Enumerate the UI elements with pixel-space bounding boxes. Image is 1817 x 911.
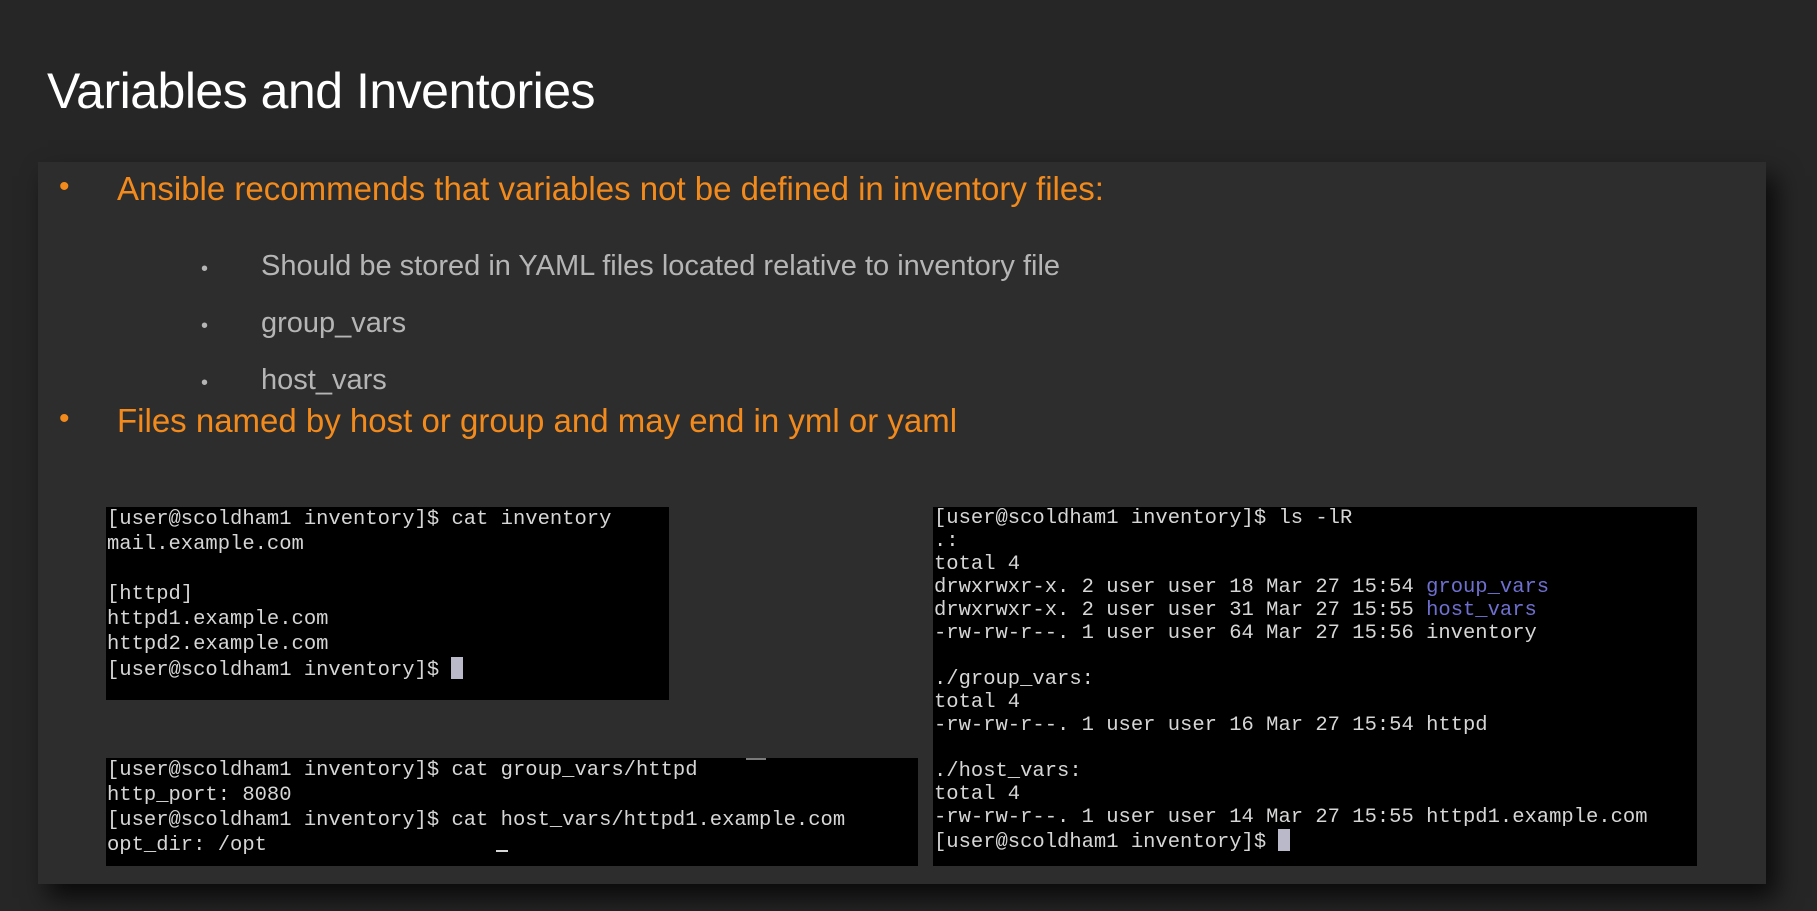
sub-bullet-yaml-files: • Should be stored in YAML files located… bbox=[201, 250, 1061, 283]
directory-name-group-vars: group_vars bbox=[1426, 576, 1550, 599]
terminal-clipped-artifact bbox=[746, 758, 766, 760]
terminal-line: [user@scoldham1 inventory]$ ls -lR bbox=[934, 507, 1353, 530]
terminal-line: [user@scoldham1 inventory]$ cat group_va… bbox=[107, 759, 698, 782]
sub-bullet-text: group_vars bbox=[261, 307, 407, 339]
bullet-text: Files named by host or group and may end… bbox=[117, 402, 958, 439]
terminal-line: httpd2.example.com bbox=[107, 633, 329, 656]
bullet-variables-not-in-inventory: • Ansible recommends that variables not … bbox=[59, 170, 1104, 208]
bullet-files-named-by-host: • Files named by host or group and may e… bbox=[59, 402, 958, 440]
sub-bullet-text: Should be stored in YAML files located r… bbox=[261, 250, 1061, 282]
terminal-line: .: bbox=[934, 530, 959, 553]
bullet-marker: • bbox=[59, 170, 70, 203]
terminal-line: total 4 bbox=[934, 783, 1021, 806]
terminal-line: [httpd] bbox=[107, 583, 194, 606]
directory-name-host-vars: host_vars bbox=[1426, 599, 1537, 622]
terminal-line-dir: drwxrwxr-x. 2 user user 18 Mar 27 15:54 … bbox=[934, 576, 1697, 599]
row-meta: drwxrwxr-x. 2 user user 18 Mar 27 15:54 bbox=[934, 576, 1427, 599]
sub-bullet-group-vars: • group_vars bbox=[201, 307, 407, 340]
terminal-line: -rw-rw-r--. 1 user user 64 Mar 27 15:56 … bbox=[934, 622, 1537, 645]
sub-bullet-marker: • bbox=[201, 258, 209, 280]
terminal-line: total 4 bbox=[934, 691, 1021, 714]
prompt-text: [user@scoldham1 inventory]$ bbox=[934, 831, 1279, 854]
terminal-line: ./group_vars: bbox=[934, 668, 1094, 691]
terminal-line: mail.example.com bbox=[107, 533, 304, 556]
sub-bullet-marker: • bbox=[201, 315, 209, 337]
terminal-line: httpd1.example.com bbox=[107, 608, 329, 631]
sub-bullet-marker: • bbox=[201, 372, 209, 394]
bullet-text: Ansible recommends that variables not be… bbox=[117, 170, 1104, 207]
terminal-line: [user@scoldham1 inventory]$ cat inventor… bbox=[107, 508, 612, 531]
prompt-text: [user@scoldham1 inventory]$ bbox=[107, 659, 452, 682]
sub-bullet-host-vars: • host_vars bbox=[201, 364, 387, 397]
terminal-prompt-line: [user@scoldham1 inventory]$ bbox=[107, 657, 669, 682]
terminal-line: opt_dir: /opt bbox=[107, 834, 267, 857]
terminal-cat-vars: [user@scoldham1 inventory]$ cat group_va… bbox=[106, 758, 918, 866]
terminal-line-dir: drwxrwxr-x. 2 user user 31 Mar 27 15:55 … bbox=[934, 599, 1697, 622]
terminal-ls-recursive: [user@scoldham1 inventory]$ ls -lR .: to… bbox=[933, 507, 1697, 866]
row-meta: drwxrwxr-x. 2 user user 31 Mar 27 15:55 bbox=[934, 599, 1427, 622]
terminal-line: ./host_vars: bbox=[934, 760, 1082, 783]
sub-bullet-text: host_vars bbox=[261, 364, 387, 396]
terminal-prompt-line: [user@scoldham1 inventory]$ bbox=[934, 829, 1697, 854]
terminal-line: http_port: 8080 bbox=[107, 784, 292, 807]
terminal-cat-inventory: [user@scoldham1 inventory]$ cat inventor… bbox=[106, 507, 669, 700]
terminal-line: [user@scoldham1 inventory]$ cat host_var… bbox=[107, 809, 846, 832]
cursor-block bbox=[451, 657, 464, 679]
slide-title: Variables and Inventories bbox=[47, 63, 596, 119]
terminal-line: total 4 bbox=[934, 553, 1021, 576]
cursor-block bbox=[1278, 829, 1291, 851]
bullet-marker: • bbox=[59, 402, 70, 435]
terminal-line: -rw-rw-r--. 1 user user 16 Mar 27 15:54 … bbox=[934, 714, 1488, 737]
terminal-line: -rw-rw-r--. 1 user user 14 Mar 27 15:55 … bbox=[934, 806, 1648, 829]
cursor-underscore bbox=[496, 850, 508, 852]
